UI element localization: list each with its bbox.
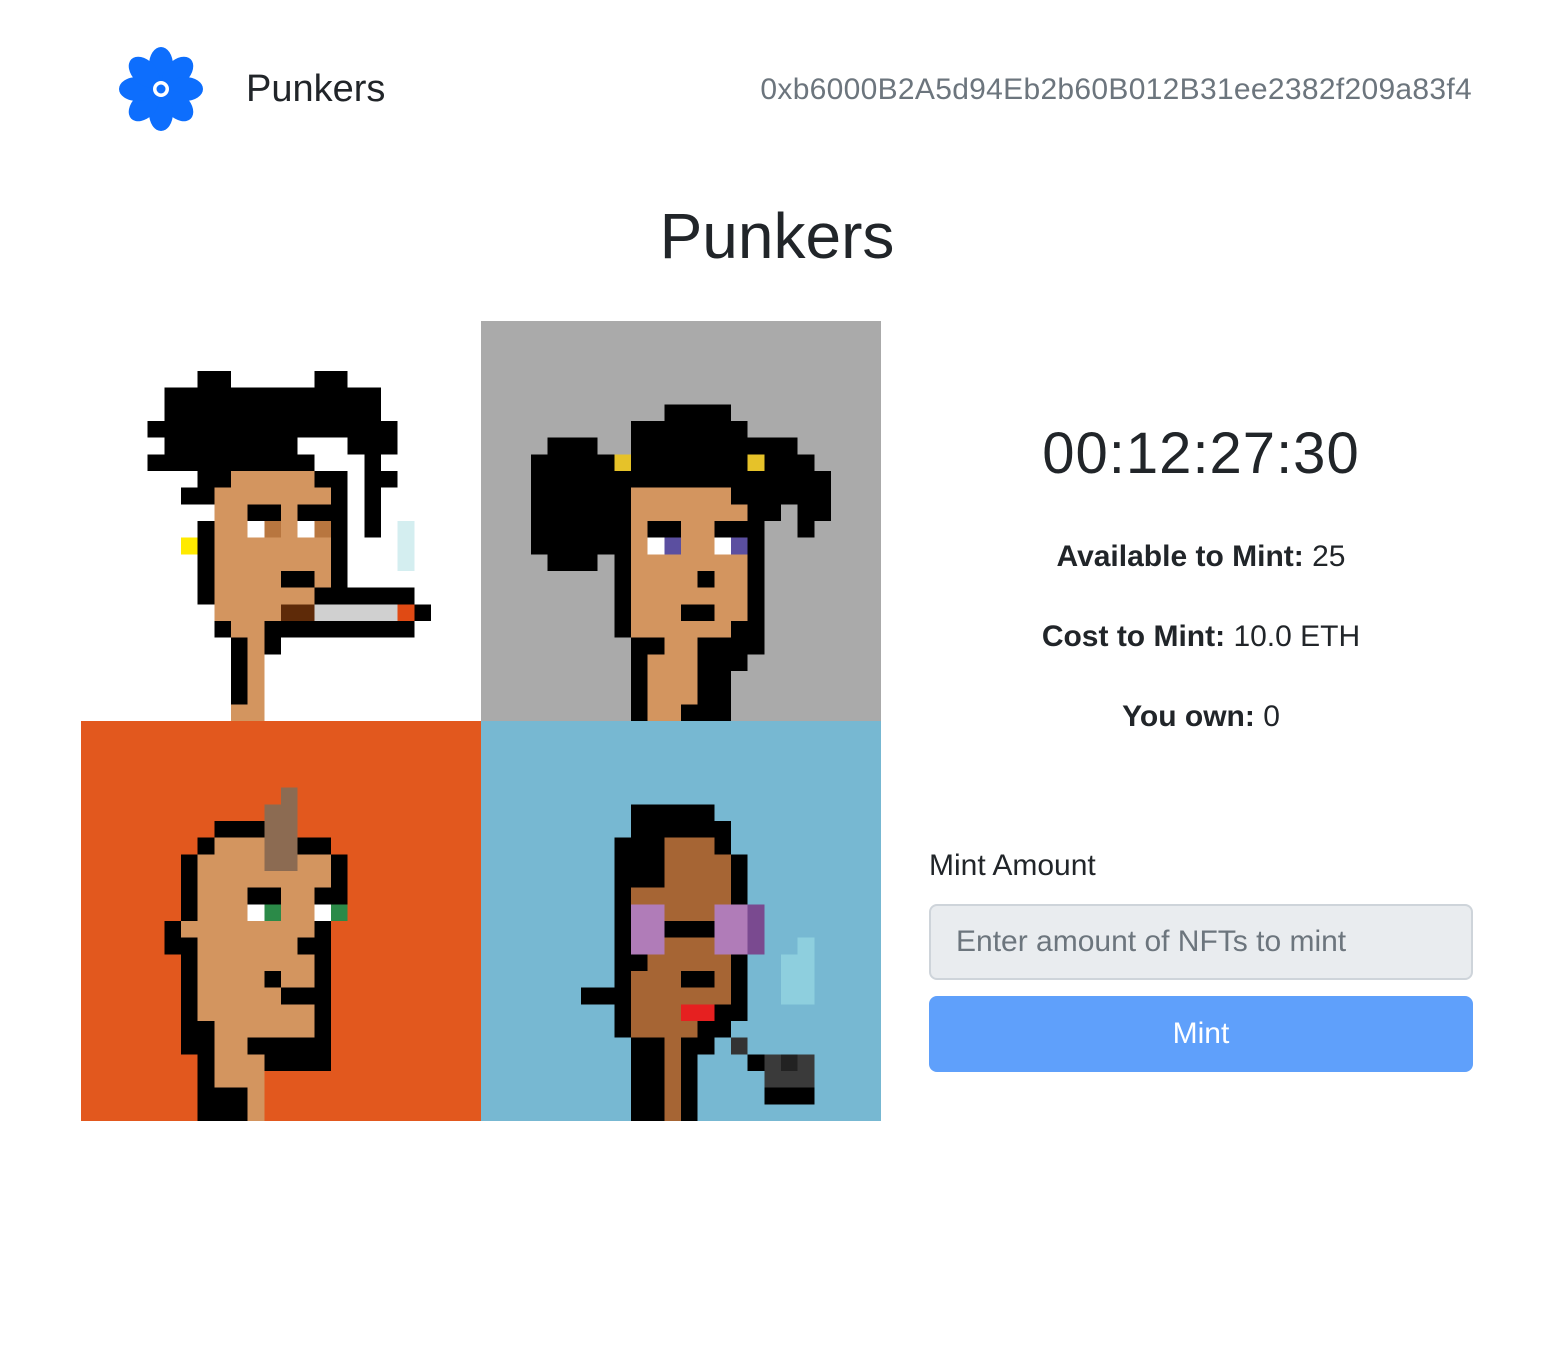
brand-link[interactable]: Punkers: [246, 66, 385, 112]
owned-value: 0: [1263, 700, 1280, 733]
punk-pipe-glasses-image: [481, 721, 881, 1121]
mint-amount-label: Mint Amount: [929, 849, 1096, 882]
available-stat: Available to Mint: 25: [929, 537, 1473, 577]
page-title: Punkers: [659, 200, 895, 272]
mint-button[interactable]: Mint: [929, 996, 1473, 1072]
owned-stat: You own: 0: [929, 697, 1473, 737]
countdown-timer: 00:12:27:30: [1042, 421, 1360, 486]
owned-label: You own:: [1122, 700, 1255, 733]
available-label: Available to Mint:: [1056, 540, 1304, 573]
navbar: Punkers 0xb6000B2A5d94Eb2b60B012B31ee238…: [0, 0, 1554, 180]
wallet-address: 0xb6000B2A5d94Eb2b60B012B31ee2382f209a83…: [760, 73, 1472, 106]
punk-smoker-image: [81, 321, 481, 721]
cost-value: 10.0 ETH: [1233, 620, 1361, 653]
mint-amount-input[interactable]: [929, 904, 1473, 980]
cost-stat: Cost to Mint: 10.0 ETH: [929, 617, 1473, 657]
available-value: 25: [1312, 540, 1346, 573]
flower-icon[interactable]: [118, 46, 204, 132]
cost-label: Cost to Mint:: [1041, 620, 1226, 653]
punk-gallery: [81, 321, 881, 1121]
punk-mohawk-image: [81, 721, 481, 1121]
punk-pigtails-image: [481, 321, 881, 721]
